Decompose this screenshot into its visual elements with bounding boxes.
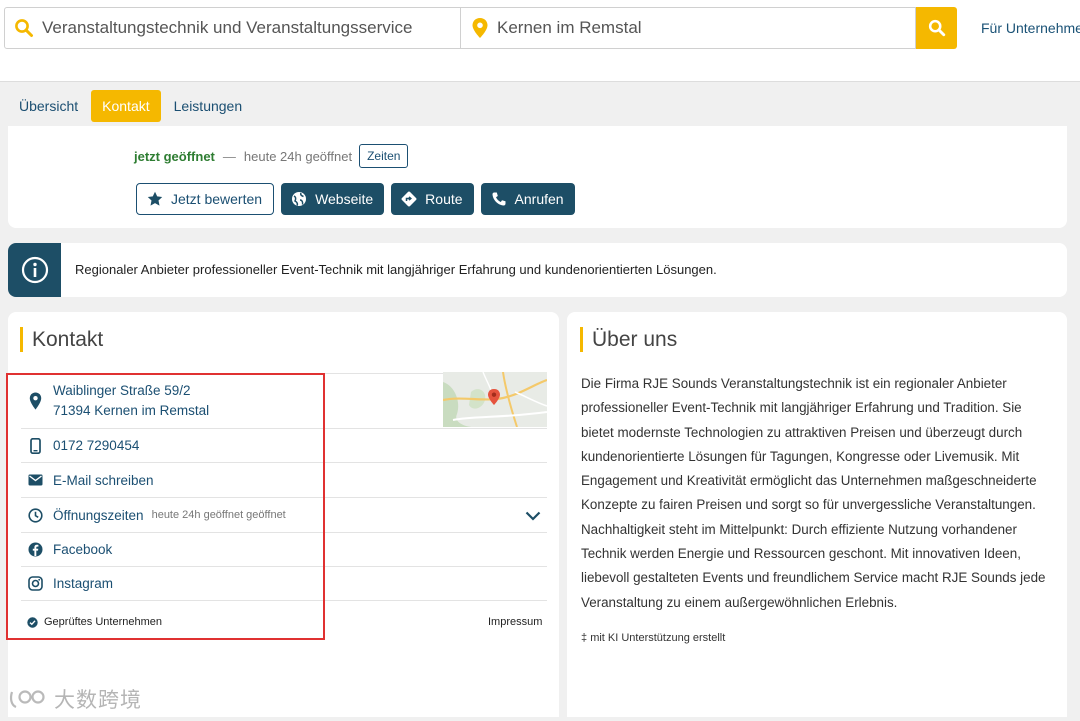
ai-note: ‡ mit KI Unterstützung erstellt xyxy=(581,632,725,644)
business-link[interactable]: Für Unternehme xyxy=(981,20,1080,36)
info-banner: Regionaler Anbieter professioneller Even… xyxy=(8,243,1067,297)
watermark: 大数跨境 xyxy=(8,684,142,714)
search-icon xyxy=(14,18,34,38)
location-pin-icon xyxy=(471,17,489,39)
kontakt-title: Kontakt xyxy=(20,327,103,352)
globe-icon xyxy=(291,191,315,207)
star-icon xyxy=(147,191,171,207)
search-icon xyxy=(928,19,946,37)
open-now-label: jetzt geöffnet xyxy=(134,148,215,164)
search-what-input[interactable]: Veranstaltungstechnik und Veranstaltungs… xyxy=(42,18,412,38)
website-button-label: Webseite xyxy=(315,191,374,207)
watermark-text: 大数跨境 xyxy=(54,689,142,712)
ueber-uns-card: Über uns Die Firma RJE Sounds Veranstalt… xyxy=(567,312,1067,717)
today-hours: heute 24h geöffnet xyxy=(243,148,353,164)
rate-button-label: Jetzt bewerten xyxy=(171,191,263,207)
tab-leistungen[interactable]: Leistungen xyxy=(163,90,254,122)
ai-note-marker: ‡ xyxy=(581,632,588,644)
about-text: Die Firma RJE Sounds Veranstaltungstechn… xyxy=(581,376,1046,610)
status-separator: — xyxy=(222,148,236,164)
chevron-down-icon[interactable] xyxy=(525,508,541,526)
tab-uebersicht[interactable]: Übersicht xyxy=(8,90,89,122)
watermark-logo-icon xyxy=(8,688,48,710)
top-search-bar: Veranstaltungstechnik und Veranstaltungs… xyxy=(0,0,1080,82)
rate-button[interactable]: Jetzt bewerten xyxy=(136,183,275,215)
route-button-label: Route xyxy=(425,191,463,207)
info-icon xyxy=(8,243,61,297)
header-card: jetzt geöffnet — heute 24h geöffnet Zeit… xyxy=(8,126,1067,228)
action-buttons: Jetzt bewerten Webseite Route Anrufen xyxy=(136,183,582,215)
route-button[interactable]: Route xyxy=(391,183,474,215)
ueber-uns-title: Über uns xyxy=(580,327,677,352)
website-button[interactable]: Webseite xyxy=(281,183,385,215)
tab-bar: Übersicht Kontakt Leistungen xyxy=(8,89,255,122)
search-where-field[interactable]: Kernen im Remstal xyxy=(461,8,916,48)
opening-status: jetzt geöffnet — heute 24h geöffnet Zeit… xyxy=(134,144,409,168)
phone-icon xyxy=(491,191,515,207)
call-button-label: Anrufen xyxy=(514,191,564,207)
ai-note-text: mit KI Unterstützung erstellt xyxy=(590,632,726,644)
tab-kontakt[interactable]: Kontakt xyxy=(91,89,161,122)
search-where-input[interactable]: Kernen im Remstal xyxy=(497,18,642,38)
highlight-box xyxy=(6,373,325,640)
impressum-link[interactable]: Impressum xyxy=(488,616,542,628)
info-text: Regionaler Anbieter professioneller Even… xyxy=(75,262,717,277)
search-form: Veranstaltungstechnik und Veranstaltungs… xyxy=(4,7,916,49)
call-button[interactable]: Anrufen xyxy=(480,183,575,215)
location-map[interactable] xyxy=(443,372,547,427)
search-submit-button[interactable] xyxy=(916,7,957,49)
hours-button[interactable]: Zeiten xyxy=(359,144,409,168)
search-what-field[interactable]: Veranstaltungstechnik und Veranstaltungs… xyxy=(5,8,461,48)
route-icon xyxy=(401,191,425,207)
